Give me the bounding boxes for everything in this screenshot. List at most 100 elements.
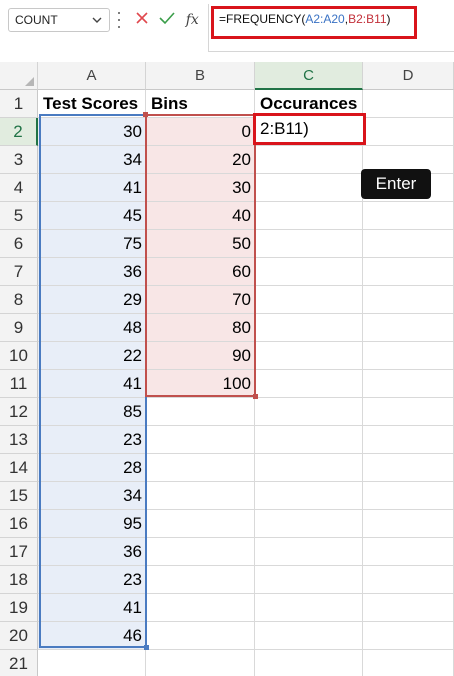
cell[interactable] xyxy=(146,538,255,566)
test-score-cell[interactable]: 85 xyxy=(38,398,146,426)
bin-cell[interactable]: 0 xyxy=(146,118,255,146)
chevron-down-icon[interactable] xyxy=(89,12,105,28)
row-header[interactable]: 1 xyxy=(0,90,38,118)
cell[interactable] xyxy=(255,230,363,258)
row-header[interactable]: 9 xyxy=(0,314,38,342)
cell[interactable] xyxy=(363,118,454,146)
cell[interactable] xyxy=(363,426,454,454)
row-header[interactable]: 21 xyxy=(0,650,38,676)
test-score-cell[interactable]: 75 xyxy=(38,230,146,258)
row-header[interactable]: 13 xyxy=(0,426,38,454)
cell[interactable] xyxy=(255,594,363,622)
more-options-icon[interactable] xyxy=(116,12,122,28)
test-score-cell[interactable]: 46 xyxy=(38,622,146,650)
test-score-cell[interactable]: 34 xyxy=(38,482,146,510)
test-score-cell[interactable]: 41 xyxy=(38,174,146,202)
row-header[interactable]: 6 xyxy=(0,230,38,258)
test-score-cell[interactable]: 36 xyxy=(38,538,146,566)
cell[interactable] xyxy=(255,174,363,202)
cell[interactable] xyxy=(255,622,363,650)
cell[interactable] xyxy=(255,566,363,594)
test-score-cell[interactable]: 95 xyxy=(38,510,146,538)
cell[interactable] xyxy=(255,286,363,314)
cell[interactable] xyxy=(146,566,255,594)
row-header[interactable]: 19 xyxy=(0,594,38,622)
column-header-a[interactable]: A xyxy=(38,62,146,90)
test-score-cell[interactable]: 29 xyxy=(38,286,146,314)
cell[interactable] xyxy=(363,594,454,622)
cell[interactable] xyxy=(255,258,363,286)
cell[interactable] xyxy=(146,650,255,676)
test-score-cell[interactable]: 23 xyxy=(38,566,146,594)
cell[interactable] xyxy=(146,510,255,538)
header-cell-bins[interactable]: Bins xyxy=(146,90,255,118)
cell[interactable] xyxy=(363,650,454,676)
cell[interactable] xyxy=(255,202,363,230)
cell[interactable] xyxy=(38,650,146,676)
cell[interactable] xyxy=(255,314,363,342)
formula-text[interactable]: =FREQUENCY(A2:A20,B2:B11) xyxy=(219,12,391,26)
test-score-cell[interactable]: 41 xyxy=(38,370,146,398)
row-header[interactable]: 20 xyxy=(0,622,38,650)
cell[interactable] xyxy=(255,510,363,538)
row-header[interactable]: 14 xyxy=(0,454,38,482)
select-all-corner[interactable] xyxy=(0,62,38,90)
confirm-check-icon[interactable] xyxy=(159,11,176,30)
test-score-cell[interactable]: 34 xyxy=(38,146,146,174)
test-score-cell[interactable]: 45 xyxy=(38,202,146,230)
test-score-cell[interactable]: 22 xyxy=(38,342,146,370)
cell[interactable] xyxy=(146,454,255,482)
cell[interactable] xyxy=(146,398,255,426)
test-score-cell[interactable]: 36 xyxy=(38,258,146,286)
row-header[interactable]: 17 xyxy=(0,538,38,566)
bin-cell[interactable]: 90 xyxy=(146,342,255,370)
cancel-x-icon[interactable] xyxy=(135,11,149,30)
cell[interactable] xyxy=(146,426,255,454)
bin-cell[interactable]: 80 xyxy=(146,314,255,342)
column-header-d[interactable]: D xyxy=(363,62,454,90)
row-header[interactable]: 15 xyxy=(0,482,38,510)
cell[interactable] xyxy=(255,146,363,174)
row-header[interactable]: 7 xyxy=(0,258,38,286)
cell[interactable] xyxy=(255,370,363,398)
bin-cell[interactable]: 50 xyxy=(146,230,255,258)
cell[interactable] xyxy=(363,622,454,650)
cell[interactable] xyxy=(363,286,454,314)
test-score-cell[interactable]: 48 xyxy=(38,314,146,342)
column-header-b[interactable]: B xyxy=(146,62,255,90)
cell[interactable] xyxy=(146,622,255,650)
row-header[interactable]: 16 xyxy=(0,510,38,538)
test-score-cell[interactable]: 28 xyxy=(38,454,146,482)
cell[interactable] xyxy=(255,650,363,676)
cell[interactable] xyxy=(363,314,454,342)
cell[interactable] xyxy=(363,398,454,426)
row-header[interactable]: 11 xyxy=(0,370,38,398)
test-score-cell[interactable]: 23 xyxy=(38,426,146,454)
row-header[interactable]: 5 xyxy=(0,202,38,230)
bin-cell[interactable]: 30 xyxy=(146,174,255,202)
cell[interactable] xyxy=(255,538,363,566)
cell[interactable] xyxy=(363,370,454,398)
active-cell-c2[interactable]: 2:B11) xyxy=(253,113,366,145)
bin-cell[interactable]: 20 xyxy=(146,146,255,174)
cell[interactable] xyxy=(255,454,363,482)
cell[interactable] xyxy=(146,482,255,510)
cell[interactable] xyxy=(363,510,454,538)
row-header[interactable]: 4 xyxy=(0,174,38,202)
cell[interactable] xyxy=(363,454,454,482)
cell[interactable] xyxy=(255,342,363,370)
bin-cell[interactable]: 70 xyxy=(146,286,255,314)
cell[interactable] xyxy=(363,342,454,370)
row-header[interactable]: 12 xyxy=(0,398,38,426)
column-header-c[interactable]: C xyxy=(255,62,363,90)
row-header[interactable]: 8 xyxy=(0,286,38,314)
cell[interactable] xyxy=(363,538,454,566)
bin-cell[interactable]: 40 xyxy=(146,202,255,230)
test-score-cell[interactable]: 30 xyxy=(38,118,146,146)
fx-icon[interactable]: fx xyxy=(186,12,199,28)
row-header[interactable]: 2 xyxy=(0,118,38,146)
bin-cell[interactable]: 100 xyxy=(146,370,255,398)
cell[interactable] xyxy=(363,230,454,258)
cell[interactable] xyxy=(363,482,454,510)
cell[interactable] xyxy=(363,90,454,118)
